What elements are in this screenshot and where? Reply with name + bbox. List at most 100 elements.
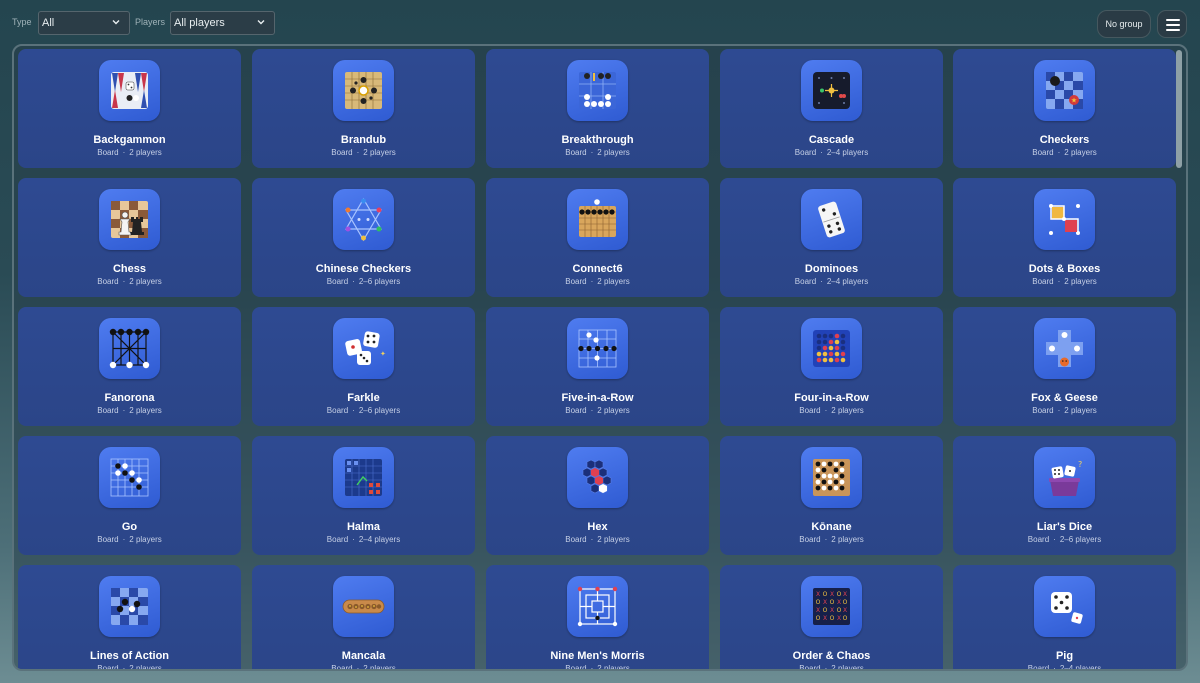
game-card[interactable]: Fanorona Board · 2 players <box>18 307 241 426</box>
game-card[interactable]: Kōnane Board · 2 players <box>720 436 943 555</box>
game-card[interactable]: Five-in-a-Row Board · 2 players <box>486 307 709 426</box>
game-name: Connect6 <box>572 263 623 275</box>
pig-icon <box>1034 576 1095 637</box>
farkle-icon: ✦ <box>333 318 394 379</box>
game-type: Board <box>1027 664 1050 671</box>
game-meta: Board · 2–4 players <box>953 664 1176 671</box>
game-meta: Board · 2–6 players <box>252 277 475 286</box>
game-meta: Board · 2 players <box>720 406 943 415</box>
group-button[interactable]: No group <box>1097 10 1151 38</box>
brandub-icon <box>333 60 394 121</box>
game-card[interactable]: X O X O X O X O X O X O X O X O X O X O Order & Chaos Board · 2… <box>720 565 943 671</box>
meta-separator: · <box>122 277 126 286</box>
game-card[interactable]: Nine Men's Morris Board · 2 players <box>486 565 709 669</box>
meta-separator: · <box>824 664 828 671</box>
chess-icon <box>99 189 160 250</box>
meta-separator: · <box>824 535 828 544</box>
game-players: 2 players <box>831 535 864 544</box>
game-card[interactable]: Fox & Geese Board · 2 players <box>953 307 1176 426</box>
game-card[interactable]: Cascade Board · 2–4 players <box>720 49 943 168</box>
players-select[interactable]: All players <box>170 11 275 35</box>
svg-text:X: X <box>843 591 847 598</box>
game-players: 2–6 players <box>358 406 401 415</box>
game-type: Board <box>799 406 821 415</box>
game-type: Board <box>97 277 119 286</box>
game-name: Brandub <box>340 134 387 146</box>
game-card[interactable]: Halma Board · 2–4 players <box>252 436 475 555</box>
game-players: 2–6 players <box>358 277 401 286</box>
game-card[interactable]: Go Board · 2 players <box>18 436 241 555</box>
game-name: Chess <box>112 263 147 275</box>
game-name: Halma <box>346 521 381 533</box>
game-type: Board <box>794 277 817 286</box>
game-card[interactable]: Lines of Action Board · 2 players <box>18 565 241 671</box>
checkers-icon: ★ <box>1034 60 1095 121</box>
game-name: Order & Chaos <box>792 650 871 662</box>
type-select[interactable]: All <box>38 11 130 35</box>
game-card[interactable]: Dots & Boxes Board · 2 players <box>953 178 1176 297</box>
game-meta: Board · 2 players <box>486 664 709 669</box>
game-card[interactable]: ? Liar's Dice Board · 2–6 players <box>953 436 1176 555</box>
scrollbar-thumb[interactable] <box>1176 50 1182 168</box>
svg-text:X: X <box>823 615 827 622</box>
game-players: 2 players <box>1064 277 1097 286</box>
game-name: Five-in-a-Row <box>561 392 634 404</box>
game-meta: Board · 2 players <box>252 664 475 669</box>
lines-of-action-icon <box>99 576 160 637</box>
game-card[interactable]: ✦ Farkle Board · 2–6 players <box>252 307 475 426</box>
game-card[interactable]: Backgammon Board · 2 players <box>18 49 241 168</box>
game-name: Checkers <box>1039 134 1090 146</box>
game-type: Board <box>97 406 119 415</box>
game-card[interactable]: Dominoes Board · 2–4 players <box>720 178 943 297</box>
game-players: 2 players <box>129 277 162 286</box>
meta-separator: · <box>590 148 594 157</box>
svg-text:?: ? <box>1078 460 1082 469</box>
svg-text:O: O <box>843 599 848 606</box>
svg-text:X: X <box>830 591 834 598</box>
svg-text:O: O <box>823 607 828 614</box>
game-players: 2–6 players <box>1059 535 1102 544</box>
game-type: Board <box>97 148 119 157</box>
game-name: Liar's Dice <box>1036 521 1093 533</box>
game-players: 2 players <box>1064 148 1097 157</box>
game-meta: Board · 2 players <box>18 664 241 671</box>
svg-text:O: O <box>823 591 828 598</box>
game-meta: Board · 2 players <box>18 148 241 157</box>
menu-button[interactable] <box>1157 10 1187 38</box>
game-meta: Board · 2 players <box>486 406 709 415</box>
game-card[interactable]: Four-in-a-Row Board · 2 players <box>720 307 943 426</box>
game-card[interactable]: Pig Board · 2–4 players <box>953 565 1176 671</box>
game-card[interactable]: Mancala Board · 2 players <box>252 565 475 669</box>
svg-text:O: O <box>830 599 835 606</box>
cascade-icon <box>801 60 862 121</box>
game-meta: Board · 2 players <box>720 664 943 671</box>
game-card[interactable]: Chinese Checkers Board · 2–6 players <box>252 178 475 297</box>
game-card[interactable]: Hex Board · 2 players <box>486 436 709 555</box>
game-card[interactable]: Connect6 Board · 2 players <box>486 178 709 297</box>
game-meta: Board · 2 players <box>252 148 475 157</box>
game-card[interactable]: ★ Checkers Board · 2 players <box>953 49 1176 168</box>
game-name: Dots & Boxes <box>1028 263 1101 275</box>
game-meta: Board · 2 players <box>953 277 1176 286</box>
game-card[interactable]: Brandub Board · 2 players <box>252 49 475 168</box>
meta-separator: · <box>1053 535 1056 544</box>
game-card[interactable]: Chess Board · 2 players <box>18 178 241 297</box>
svg-text:O: O <box>816 599 821 606</box>
players-filter-label: Players <box>135 17 166 27</box>
chevron-down-icon <box>257 20 265 25</box>
game-meta: Board · 2–6 players <box>252 406 475 415</box>
game-meta: Board · 2 players <box>953 148 1176 157</box>
game-players: 2 players <box>831 406 864 415</box>
go-icon <box>99 447 160 508</box>
meta-separator: · <box>352 277 355 286</box>
game-meta: Board · 2–4 players <box>720 148 943 157</box>
mancala-icon <box>333 576 394 637</box>
svg-text:★: ★ <box>1071 97 1077 105</box>
game-players: 2 players <box>129 664 162 671</box>
game-players: 2 players <box>597 535 630 544</box>
nine-mens-morris-icon <box>567 576 628 637</box>
game-players: 2 players <box>1064 406 1097 415</box>
dominoes-icon <box>801 189 862 250</box>
game-players: 2–4 players <box>826 148 869 157</box>
game-card[interactable]: Breakthrough Board · 2 players <box>486 49 709 168</box>
